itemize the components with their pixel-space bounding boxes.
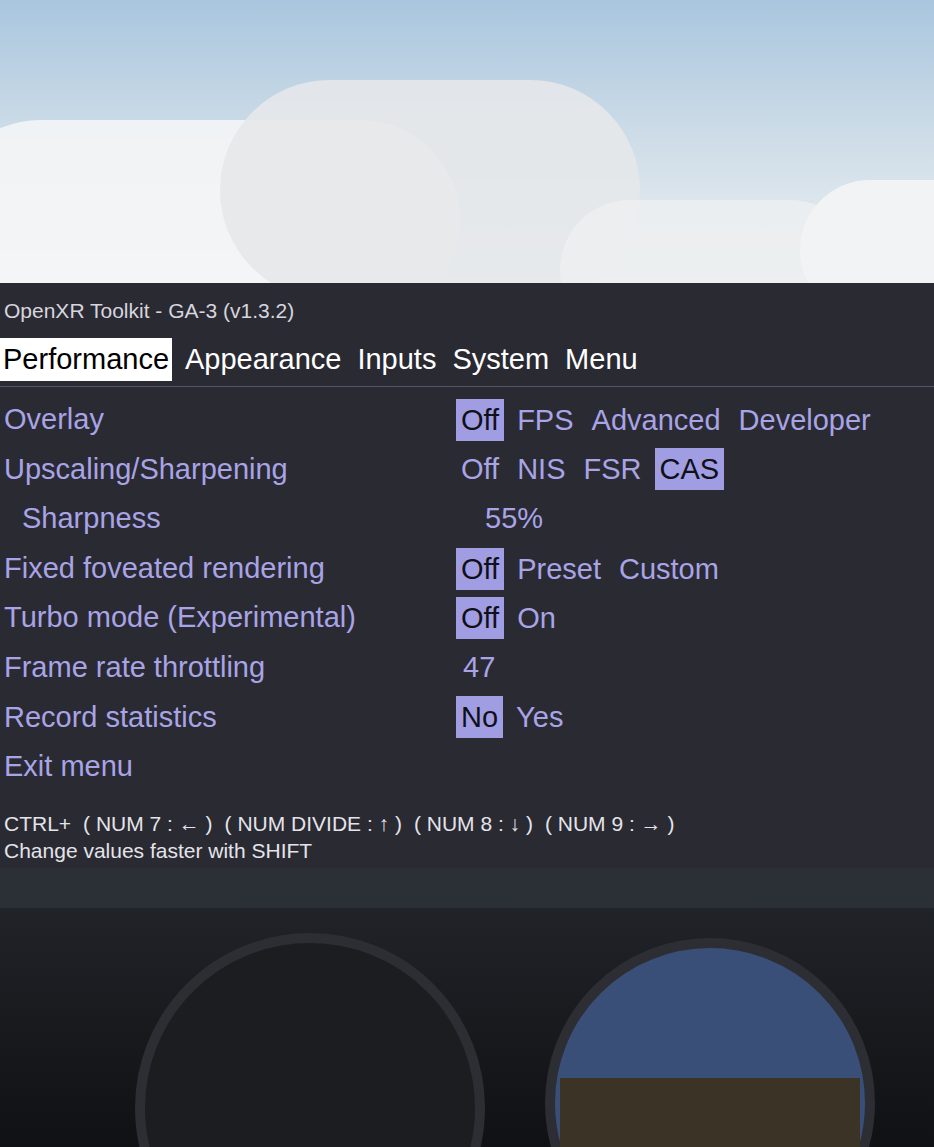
setting-label: Turbo mode (Experimental) xyxy=(0,596,456,640)
option-label: Off xyxy=(461,404,499,436)
option[interactable]: Off xyxy=(456,597,504,639)
option-label: Preset xyxy=(517,553,601,585)
airspeed-gauge xyxy=(135,933,485,1147)
setting-label: Exit menu xyxy=(0,745,133,789)
option[interactable]: Off xyxy=(456,548,504,590)
option[interactable]: On xyxy=(512,597,561,639)
glareshield xyxy=(0,868,934,908)
setting-row: Fixed foveated renderingOff Preset Custom xyxy=(0,544,934,594)
key-help: CTRL+ ( NUM 7 : ← ) ( NUM DIVIDE : ↑ ) ( NU… xyxy=(0,810,934,864)
attitude-ground xyxy=(560,1078,860,1147)
setting-value[interactable]: 47 xyxy=(456,646,495,690)
option-label: FPS xyxy=(517,404,573,436)
tab-bar: Performance Appearance Inputs System Menu xyxy=(0,338,934,387)
option-label: Off xyxy=(461,553,499,585)
option-group: Off On xyxy=(456,597,561,639)
option[interactable]: CAS xyxy=(655,448,725,490)
cockpit-scene xyxy=(0,868,934,1147)
settings-list: OverlayOffFPSAdvancedDeveloperUpscaling/… xyxy=(0,395,934,792)
setting-label: Frame rate throttling xyxy=(0,646,456,690)
setting-row: Turbo mode (Experimental)Off On xyxy=(0,593,934,643)
option[interactable]: Off xyxy=(456,448,504,490)
tab[interactable]: Inputs xyxy=(354,338,439,381)
option-group: Off Preset Custom xyxy=(456,548,724,590)
tab-label: Appearance xyxy=(185,343,341,375)
shift-hint: Change values faster with SHIFT xyxy=(4,837,930,864)
option-label: Developer xyxy=(739,404,871,436)
option-label: Off xyxy=(461,602,499,634)
setting-row: Upscaling/SharpeningOff NIS FSR CAS xyxy=(0,445,934,495)
tab[interactable]: Performance xyxy=(0,338,172,381)
option-label: NIS xyxy=(517,453,565,485)
menu-title: OpenXR Toolkit - GA-3 (v1.3.2) xyxy=(0,296,934,326)
tab-label: Inputs xyxy=(357,343,436,375)
key-hint: ( NUM DIVIDE : ↑ ) xyxy=(225,810,402,837)
tab-label: Menu xyxy=(565,343,638,375)
setting-row: Frame rate throttling47 xyxy=(0,643,934,693)
option-label: Off xyxy=(461,453,499,485)
setting-row: Record statisticsNo Yes xyxy=(0,693,934,743)
option-group: No Yes xyxy=(456,696,568,738)
setting-value[interactable]: 55% xyxy=(456,497,543,541)
tab-label: System xyxy=(452,343,549,375)
option[interactable]: NIS xyxy=(512,448,570,490)
option-group: Off FPS Advanced Developer xyxy=(456,399,876,441)
setting-row[interactable]: Exit menu xyxy=(0,742,934,792)
option[interactable]: Custom xyxy=(614,548,724,590)
setting-row: OverlayOff FPS Advanced Developer xyxy=(0,395,934,445)
cloud xyxy=(800,180,934,283)
key-hint: ( NUM 7 : ← ) xyxy=(83,810,213,837)
option[interactable]: No xyxy=(456,696,503,738)
key-hint: ( NUM 8 : ↓ ) xyxy=(414,810,533,837)
tab[interactable]: Menu xyxy=(562,338,641,381)
menu-panel: OpenXR Toolkit - GA-3 (v1.3.2) Performanc… xyxy=(0,283,934,868)
setting-label: Sharpness xyxy=(0,497,456,541)
option[interactable]: Preset xyxy=(512,548,606,590)
tab[interactable]: Appearance xyxy=(182,338,344,381)
option-label: No xyxy=(461,701,498,733)
option[interactable]: Yes xyxy=(511,696,568,738)
option[interactable]: FSR xyxy=(579,448,647,490)
option-label: On xyxy=(517,602,556,634)
option-label: Yes xyxy=(516,701,563,733)
setting-label: Record statistics xyxy=(0,696,456,740)
option-label: Advanced xyxy=(592,404,721,436)
option[interactable]: Developer xyxy=(734,399,876,441)
key-hint: ( NUM 9 : → ) xyxy=(545,810,675,837)
option-label: CAS xyxy=(660,453,720,485)
key-hint: CTRL+ xyxy=(4,810,71,837)
setting-label: Fixed foveated rendering xyxy=(0,547,456,591)
option[interactable]: FPS xyxy=(512,399,578,441)
option-label: Custom xyxy=(619,553,719,585)
setting-label: Overlay xyxy=(0,398,456,442)
key-list: CTRL+ ( NUM 7 : ← ) ( NUM DIVIDE : ↑ ) ( NU… xyxy=(4,810,930,837)
tab[interactable]: System xyxy=(449,338,552,381)
tab-label: Performance xyxy=(3,343,169,375)
option[interactable]: Off xyxy=(456,399,504,441)
setting-row: Sharpness55% xyxy=(0,494,934,544)
option-group: Off NIS FSR CAS xyxy=(456,448,724,490)
option[interactable]: Advanced xyxy=(587,399,726,441)
option-label: FSR xyxy=(584,453,642,485)
sky-scene xyxy=(0,0,934,283)
setting-label: Upscaling/Sharpening xyxy=(0,448,456,492)
